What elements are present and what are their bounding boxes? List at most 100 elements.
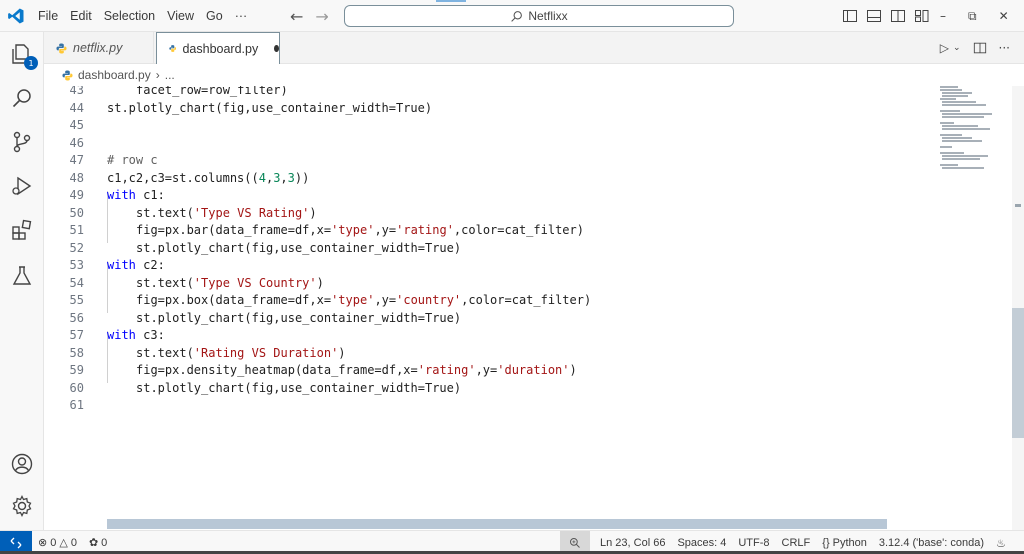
- code-text: with c3:: [107, 328, 165, 342]
- line-number: 60: [69, 380, 84, 395]
- code-text: with c2:: [107, 258, 165, 272]
- error-count: 0: [50, 536, 57, 549]
- code-line[interactable]: 53 with c2:: [44, 257, 944, 275]
- warning-icon: △: [59, 537, 68, 549]
- minimize-icon[interactable]: –: [940, 9, 946, 23]
- line-number: 47: [69, 153, 84, 167]
- code-line[interactable]: 56 st.plotly_chart(fig,use_container_widt…: [44, 310, 944, 328]
- close-icon[interactable]: ✕: [999, 9, 1009, 23]
- code-line[interactable]: 52 st.plotly_chart(fig,use_container_widt…: [44, 240, 944, 258]
- breadcrumb-symbols[interactable]: ...: [165, 68, 175, 82]
- code-text: st.plotly_chart(fig,use_container_width=…: [107, 100, 433, 115]
- toggle-primary-sidebar-icon[interactable]: [842, 8, 858, 24]
- menu-edit[interactable]: Edit: [64, 0, 98, 32]
- code-line[interactable]: 43 facet_row=row_filter): [44, 86, 944, 100]
- line-number: 46: [69, 135, 84, 150]
- command-center-search[interactable]: Netflixx: [344, 5, 734, 27]
- code-text: fig=px.bar(data_frame=df,x='type',y='rat…: [136, 223, 584, 237]
- python-file-icon: [62, 69, 73, 81]
- code-line[interactable]: 57 with c3:: [44, 327, 944, 345]
- vertical-scrollbar[interactable]: [1012, 86, 1024, 530]
- tab-label: dashboard.py: [182, 41, 259, 56]
- line-number: 52: [69, 240, 84, 255]
- line-number: 50: [69, 205, 84, 220]
- title-bar: File Edit Selection View Go ··· ← → Netf…: [0, 0, 1024, 32]
- code-line[interactable]: 47 # row c: [44, 152, 944, 170]
- tab-bar: netflix.py dashboard.py ▷ ⌄ ···: [44, 32, 1024, 64]
- minimap[interactable]: [936, 86, 1012, 530]
- broadcast-icon: ✿: [88, 537, 99, 549]
- line-number: 48: [69, 170, 84, 185]
- line-number: 57: [69, 328, 84, 342]
- code-line[interactable]: 49 with c1:: [44, 187, 944, 205]
- source-control-icon[interactable]: [8, 128, 36, 156]
- explorer-icon[interactable]: 1: [8, 40, 38, 70]
- line-number: 55: [69, 293, 84, 307]
- menu-view[interactable]: View: [161, 0, 200, 32]
- code-line[interactable]: 54 st.text('Type VS Country'): [44, 275, 944, 293]
- code-line[interactable]: 46: [44, 135, 944, 153]
- code-line[interactable]: 55 fig=px.box(data_frame=df,x='type',y='c…: [44, 292, 944, 310]
- menu-bar: File Edit Selection View Go ···: [32, 0, 253, 32]
- error-icon: ⊗: [38, 537, 48, 549]
- scroll-marker: [1015, 204, 1021, 207]
- customize-layout-icon[interactable]: [914, 8, 930, 24]
- code-line[interactable]: 51 fig=px.bar(data_frame=df,x='type',y='r…: [44, 222, 944, 240]
- code-editor[interactable]: 43 facet_row=row_filter) 44 st.plotly_chart…: [44, 86, 980, 530]
- toggle-panel-icon[interactable]: [866, 8, 882, 24]
- python-file-icon: [169, 45, 177, 52]
- back-arrow-icon[interactable]: ←: [290, 7, 303, 26]
- code-line[interactable]: 60 st.plotly_chart(fig,use_container_widt…: [44, 380, 944, 398]
- code-line[interactable]: 45: [44, 117, 944, 135]
- forward-arrow-icon[interactable]: →: [315, 7, 328, 26]
- code-text: st.text('Type VS Country'): [136, 275, 324, 290]
- explorer-badge: 1: [24, 56, 38, 70]
- run-file-icon[interactable]: ▷: [940, 41, 949, 55]
- nav-arrows: ← →: [290, 0, 329, 32]
- code-line[interactable]: 59 fig=px.density_heatmap(data_frame=df,x…: [44, 362, 944, 380]
- line-number: 61: [69, 398, 84, 412]
- menu-go[interactable]: Go: [200, 0, 229, 32]
- menu-selection[interactable]: Selection: [98, 0, 161, 32]
- code-text: facet_row=row_filter): [136, 86, 288, 97]
- testing-flask-icon[interactable]: [8, 262, 36, 290]
- extensions-icon[interactable]: [8, 216, 36, 244]
- code-line[interactable]: 44 st.plotly_chart(fig,use_container_widt…: [44, 100, 944, 118]
- editor-actions: ▷ ⌄ ···: [940, 32, 1010, 64]
- breadcrumb-file[interactable]: dashboard.py: [78, 68, 151, 82]
- menu-more[interactable]: ···: [229, 0, 254, 32]
- tab-netflix-py[interactable]: netflix.py: [44, 32, 154, 64]
- code-line[interactable]: 48 c1,c2,c3=st.columns((4,3,3)): [44, 170, 944, 188]
- python-file-icon: [56, 42, 67, 54]
- restore-icon[interactable]: ⧉: [968, 9, 977, 24]
- warning-count: 0: [70, 536, 77, 549]
- toggle-secondary-sidebar-icon[interactable]: [890, 8, 906, 24]
- run-debug-icon[interactable]: [8, 172, 36, 200]
- line-number: 53: [69, 258, 84, 272]
- line-number: 59: [69, 363, 84, 377]
- title-accent-bar: [436, 0, 466, 2]
- split-editor-icon[interactable]: [973, 41, 987, 55]
- unsaved-dot-icon[interactable]: [274, 45, 279, 52]
- code-text: st.plotly_chart(fig,use_container_width=…: [136, 240, 462, 255]
- line-number: 58: [69, 345, 84, 360]
- run-dropdown-chevron-icon[interactable]: ⌄: [953, 43, 961, 53]
- menu-file[interactable]: File: [32, 0, 64, 32]
- accounts-icon[interactable]: [8, 450, 36, 478]
- vertical-scroll-thumb[interactable]: [1012, 308, 1024, 438]
- search-view-icon[interactable]: [8, 84, 36, 112]
- line-number: 51: [69, 223, 84, 237]
- line-number: 43: [69, 86, 84, 97]
- more-actions-icon[interactable]: ···: [999, 41, 1010, 55]
- code-text: st.plotly_chart(fig,use_container_width=…: [136, 380, 462, 395]
- code-line[interactable]: 50 st.text('Type VS Rating'): [44, 205, 944, 223]
- code-text: # row c: [107, 153, 158, 167]
- code-line[interactable]: 58 st.text('Rating VS Duration'): [44, 345, 944, 363]
- manage-gear-icon[interactable]: [8, 492, 36, 520]
- horizontal-scrollbar[interactable]: [107, 519, 887, 529]
- code-line[interactable]: 61: [44, 397, 944, 415]
- line-number: 54: [69, 275, 84, 290]
- vscode-logo-icon[interactable]: [0, 0, 32, 32]
- code-text: fig=px.box(data_frame=df,x='type',y='cou…: [136, 293, 592, 307]
- tab-dashboard-py[interactable]: dashboard.py: [156, 32, 280, 64]
